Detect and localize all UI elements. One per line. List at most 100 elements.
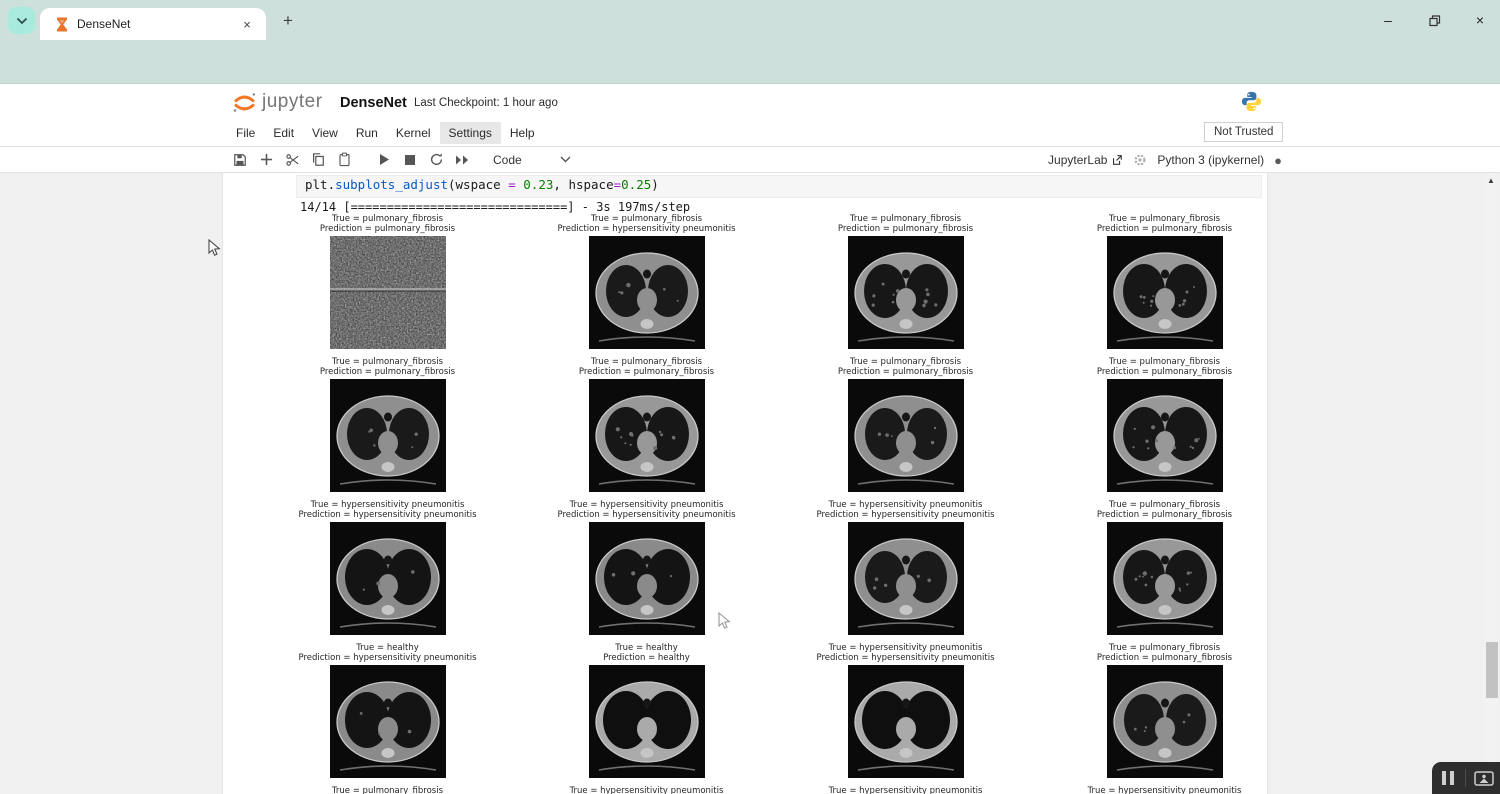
prediction-label: Prediction = hypersensitivity pneumoniti…	[258, 654, 517, 664]
tab-close-icon[interactable]: ×	[238, 15, 256, 33]
open-jupyterlab-link[interactable]: JupyterLab	[1048, 153, 1123, 167]
menu-file[interactable]: File	[227, 122, 264, 144]
true-label: True = hypersensitivity pneumonitis	[1035, 787, 1294, 794]
tab-search-button[interactable]	[8, 7, 35, 34]
scrollbar-thumb[interactable]	[1486, 642, 1498, 698]
prediction-label: Prediction = hypersensitivity pneumoniti…	[517, 225, 776, 235]
figure-cell: True = pulmonary_fibrosis Prediction = h…	[517, 215, 776, 349]
jupyter-toolbar: Code JupyterLab Python 3 (ipykernel) ●	[0, 147, 1500, 173]
add-cell-button[interactable]	[253, 149, 279, 171]
true-label: True = hypersensitivity pneumonitis	[517, 787, 776, 794]
figure-cell: True = hypersensitivity pneumonitis Pred…	[517, 787, 776, 794]
window-controls: – ×	[1374, 0, 1494, 40]
jupyter-header: jupyter DenseNet Last Checkpoint: 1 hour…	[0, 84, 1500, 120]
ct-scan-image	[848, 665, 964, 778]
prediction-label: Prediction = pulmonary_fibrosis	[776, 225, 1035, 235]
checkpoint-status: Last Checkpoint: 1 hour ago	[414, 97, 558, 109]
new-tab-button[interactable]: +	[276, 9, 300, 33]
restore-icon	[1428, 14, 1441, 27]
picture-icon	[1474, 771, 1494, 786]
external-link-icon	[1111, 154, 1123, 166]
figure-cell: True = pulmonary_fibrosis Prediction = p…	[776, 215, 1035, 349]
ct-scan-image	[330, 665, 446, 778]
jupyter-logo	[231, 90, 258, 121]
figure-cell: True = pulmonary_fibrosis Prediction = p…	[1035, 358, 1294, 492]
paste-cell-button[interactable]	[331, 149, 357, 171]
figure-cell: True = pulmonary_fibrosis Prediction = p…	[258, 215, 517, 349]
menu-view[interactable]: View	[303, 122, 347, 144]
figure-cell: True = pulmonary_fibrosis Prediction = p…	[1035, 501, 1294, 635]
keras-progress-output: 14/14 [==============================] -…	[300, 200, 690, 214]
ct-scan-image	[1107, 236, 1223, 349]
jupyterlab-label: JupyterLab	[1048, 153, 1107, 167]
ct-scan-image	[848, 522, 964, 635]
figure-cell: True = pulmonary_fibrosis Prediction = p…	[258, 787, 517, 794]
figure-cell: True = hypersensitivity pneumonitis Pred…	[517, 501, 776, 635]
figure-cell: True = healthy Prediction = healthy	[517, 644, 776, 778]
prediction-label: Prediction = pulmonary_fibrosis	[258, 225, 517, 235]
figure-row: True = pulmonary_fibrosis Prediction = p…	[258, 358, 1294, 492]
menu-kernel[interactable]: Kernel	[387, 122, 440, 144]
browser-tab-strip: DenseNet × + – ×	[0, 0, 1500, 40]
prediction-label: Prediction = hypersensitivity pneumoniti…	[776, 511, 1035, 521]
figure-cell: True = pulmonary_fibrosis Prediction = p…	[258, 358, 517, 492]
figure-cell: True = hypersensitivity pneumonitis Pred…	[1035, 787, 1294, 794]
trust-status-button[interactable]: Not Trusted	[1204, 122, 1283, 142]
prediction-label: Prediction = hypersensitivity pneumoniti…	[776, 654, 1035, 664]
prediction-label: Prediction = healthy	[517, 654, 776, 664]
prediction-label: Prediction = hypersensitivity pneumoniti…	[258, 511, 517, 521]
menu-edit[interactable]: Edit	[264, 122, 303, 144]
window-minimize-button[interactable]: –	[1374, 6, 1402, 34]
jupyter-menubar: File Edit View Run Kernel Settings Help …	[0, 120, 1500, 147]
tab-title: DenseNet	[77, 17, 238, 31]
ct-scan-image	[330, 379, 446, 492]
browser-window: DenseNet × + – × ← → localho	[0, 0, 1500, 794]
recorder-overlay	[1432, 762, 1500, 794]
browser-tab-densenet[interactable]: DenseNet ×	[40, 8, 266, 40]
kernel-busy-indicator: ●	[1274, 154, 1282, 167]
figure-row: True = pulmonary_fibrosis Prediction = p…	[258, 215, 1294, 349]
figure-cell: True = hypersensitivity pneumonitis Pred…	[258, 501, 517, 635]
prediction-label: Prediction = pulmonary_fibrosis	[1035, 225, 1294, 235]
scrollbar-track[interactable]	[1484, 173, 1499, 794]
prediction-label: Prediction = pulmonary_fibrosis	[1035, 654, 1294, 664]
recorder-pause-button[interactable]	[1439, 768, 1457, 788]
figure-cell: True = hypersensitivity pneumonitis Pred…	[776, 787, 1035, 794]
prediction-label: Prediction = pulmonary_fibrosis	[1035, 511, 1294, 521]
menu-settings[interactable]: Settings	[440, 122, 501, 144]
jupyter-wordmark: jupyter	[262, 91, 323, 113]
true-label: True = hypersensitivity pneumonitis	[776, 787, 1035, 794]
cell-type-chevron-icon[interactable]	[560, 156, 571, 163]
window-close-button[interactable]: ×	[1466, 6, 1494, 34]
notebook-title[interactable]: DenseNet	[340, 95, 407, 111]
ct-scan-image	[330, 236, 446, 349]
recorder-divider	[1465, 769, 1466, 787]
prediction-figure-grid: True = pulmonary_fibrosis Prediction = p…	[258, 215, 1294, 794]
chevron-down-icon	[16, 17, 28, 25]
run-cell-button[interactable]	[371, 149, 397, 171]
figure-row: True = healthy Prediction = hypersensiti…	[258, 644, 1294, 778]
ct-scan-image	[1107, 522, 1223, 635]
gear-icon[interactable]	[1133, 153, 1147, 167]
save-button[interactable]	[227, 149, 253, 171]
window-restore-button[interactable]	[1420, 6, 1448, 34]
figure-cell: True = pulmonary_fibrosis Prediction = p…	[1035, 215, 1294, 349]
prediction-label: Prediction = pulmonary_fibrosis	[517, 368, 776, 378]
menu-run[interactable]: Run	[347, 122, 387, 144]
cut-cell-button[interactable]	[279, 149, 305, 171]
copy-cell-button[interactable]	[305, 149, 331, 171]
code-line[interactable]: plt.subplots_adjust(wspace = 0.23, hspac…	[305, 177, 659, 192]
kernel-name[interactable]: Python 3 (ipykernel)	[1157, 153, 1264, 167]
figure-row: True = pulmonary_fibrosis Prediction = p…	[258, 787, 1294, 794]
figure-cell: True = pulmonary_fibrosis Prediction = p…	[517, 358, 776, 492]
interrupt-kernel-button[interactable]	[397, 149, 423, 171]
restart-run-all-button[interactable]	[449, 149, 475, 171]
ct-scan-image	[589, 236, 705, 349]
recorder-screenshot-button[interactable]	[1474, 771, 1494, 786]
cell-type-dropdown[interactable]: Code	[493, 153, 522, 167]
figure-cell: True = pulmonary_fibrosis Prediction = p…	[1035, 644, 1294, 778]
scrollbar-up-arrow[interactable]: ▲	[1487, 176, 1495, 185]
restart-kernel-button[interactable]	[423, 149, 449, 171]
menu-help[interactable]: Help	[501, 122, 544, 144]
figure-cell: True = healthy Prediction = hypersensiti…	[258, 644, 517, 778]
